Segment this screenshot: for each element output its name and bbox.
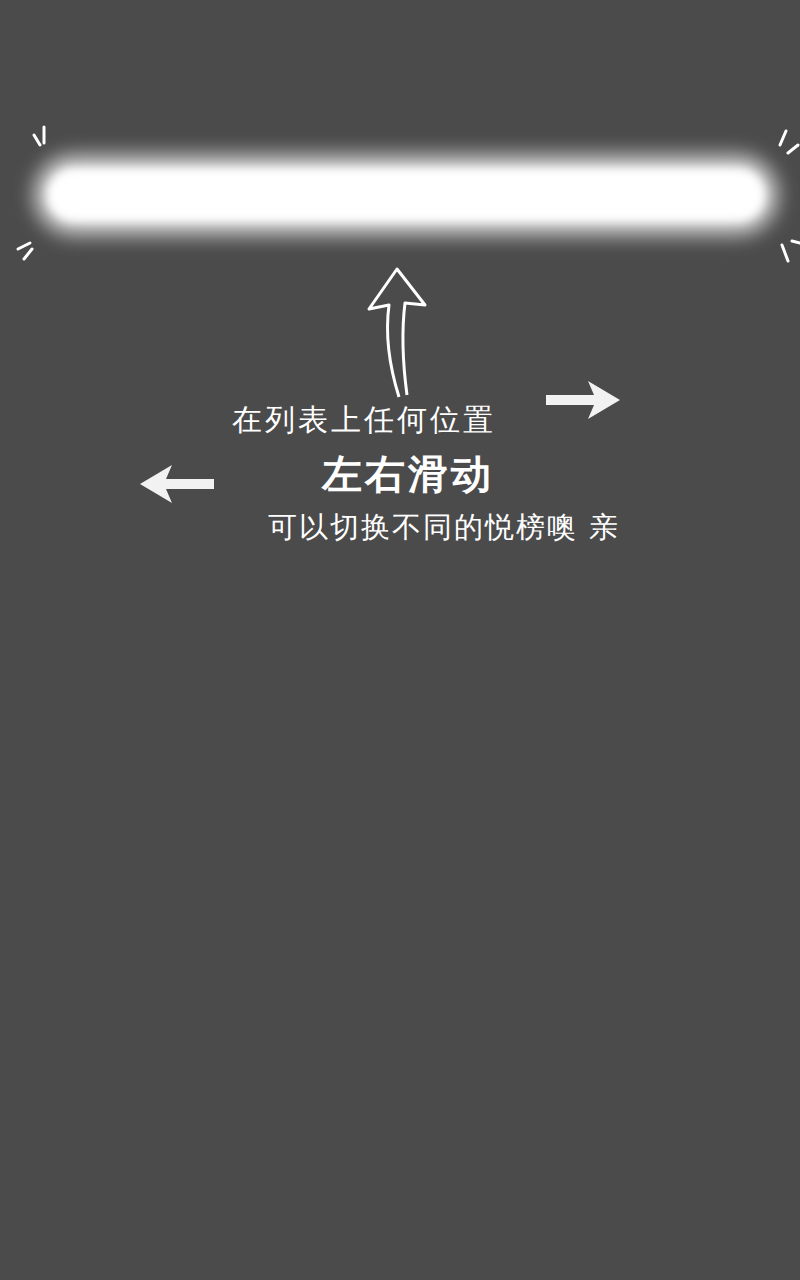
right-sparkle-icon — [770, 125, 800, 265]
hint-emphasis: 左右滑动 — [322, 448, 494, 500]
tutorial-overlay[interactable]: 在列表上任何位置左右滑动可以切换不同的悦榜噢 亲 — [0, 0, 800, 1280]
left-sparkle-icon — [10, 125, 46, 265]
hint-line: 在列表上任何位置 — [232, 400, 496, 439]
highlighted-tab-bar — [46, 167, 766, 223]
right-arrow-icon — [542, 375, 622, 425]
hint-row: 在列表上任何位置 — [0, 400, 800, 439]
hint-detail: 可以切换不同的悦榜噢 亲 — [268, 509, 620, 547]
up-arrow-icon — [355, 265, 435, 400]
left-arrow-icon — [138, 459, 218, 509]
hint-row: 左右滑动 — [0, 439, 800, 509]
highlight-row — [0, 125, 800, 265]
hint-row: 可以切换不同的悦榜噢 亲 — [0, 509, 800, 547]
